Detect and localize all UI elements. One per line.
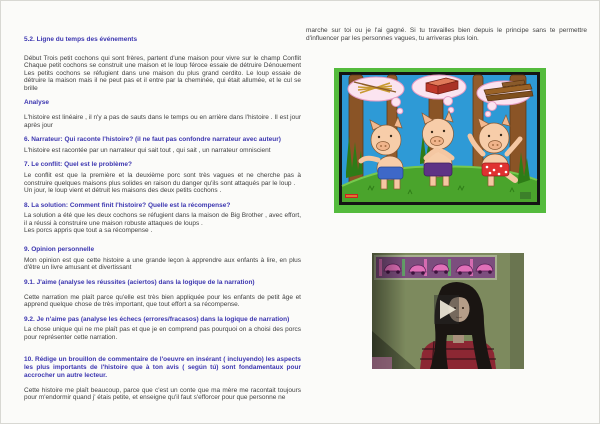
section-body: L'histoire est linéaire , il n'y a pas d… <box>24 114 301 129</box>
section-body: La solution a été que les deux cochons s… <box>24 212 301 235</box>
play-icon[interactable] <box>434 295 459 324</box>
section-heading: 10. Rédige un brouillon de commentaire d… <box>24 356 301 379</box>
page-right: marche sur toi ou je l'ai gagné. Si tu t… <box>306 27 587 369</box>
section-heading: 8. La solution: Comment finit l'histoire… <box>24 202 301 210</box>
section-analyse: Analyse L'histoire est linéaire , il n'y… <box>24 99 301 129</box>
section-heading: 9.2. Je n'aime pas (analyse les échecs (… <box>24 316 301 324</box>
pink-object <box>372 357 392 369</box>
section-conflit: 7. Le conflit: Quel est le problème? Le … <box>24 161 301 194</box>
section-body: Le conflit est que la première et la deu… <box>24 172 301 195</box>
section-body: Cette histoire me plaît beaucoup, parce … <box>24 387 301 402</box>
section-narrateur: 6. Narrateur: Qui raconte l'histoire? (i… <box>24 136 301 154</box>
document-spread: 5.2. Ligne du temps des événements Début… <box>0 0 600 424</box>
section-opinion: 9. Opinion personnelle Mon opinion est q… <box>24 246 301 272</box>
section-body: Cette narration me plaît parce qu'elle e… <box>24 294 301 309</box>
continuation-paragraph: marche sur toi ou je l'ai gagné. Si tu t… <box>306 27 587 42</box>
section-body: L'histoire est racontée par un narrateur… <box>24 147 301 155</box>
section-body: La chose unique qui ne me plaît pas et q… <box>24 326 301 341</box>
section-timeline: 5.2. Ligne du temps des événements Début… <box>24 36 301 92</box>
page-left: 5.2. Ligne du temps des événements Début… <box>24 31 301 402</box>
artist-mark <box>520 192 531 199</box>
section-heading: 5.2. Ligne du temps des événements <box>24 36 301 44</box>
section-jenaimepas: 9.2. Je n'aime pas (analyse les échecs (… <box>24 316 301 342</box>
section-heading: Analyse <box>24 99 301 107</box>
section-body: Début Trois petit cochons qui sont frère… <box>24 55 301 93</box>
video-thumbnail[interactable] <box>372 253 524 369</box>
section-heading: 9. Opinion personnelle <box>24 246 301 254</box>
three-pigs-illustration <box>334 68 546 213</box>
section-brouillon: 10. Rédige un brouillon de commentaire d… <box>24 356 301 401</box>
section-heading: 9.1. J'aime (analyse les réussites (acie… <box>24 279 301 287</box>
section-jaime: 9.1. J'aime (analyse les réussites (acie… <box>24 279 301 309</box>
section-heading: 7. Le conflit: Quel est le problème? <box>24 161 301 169</box>
section-solution: 8. La solution: Comment finit l'histoire… <box>24 202 301 235</box>
section-body: Mon opinion est que cette histoire a une… <box>24 257 301 272</box>
section-heading: 6. Narrateur: Qui raconte l'histoire? (i… <box>24 136 301 144</box>
